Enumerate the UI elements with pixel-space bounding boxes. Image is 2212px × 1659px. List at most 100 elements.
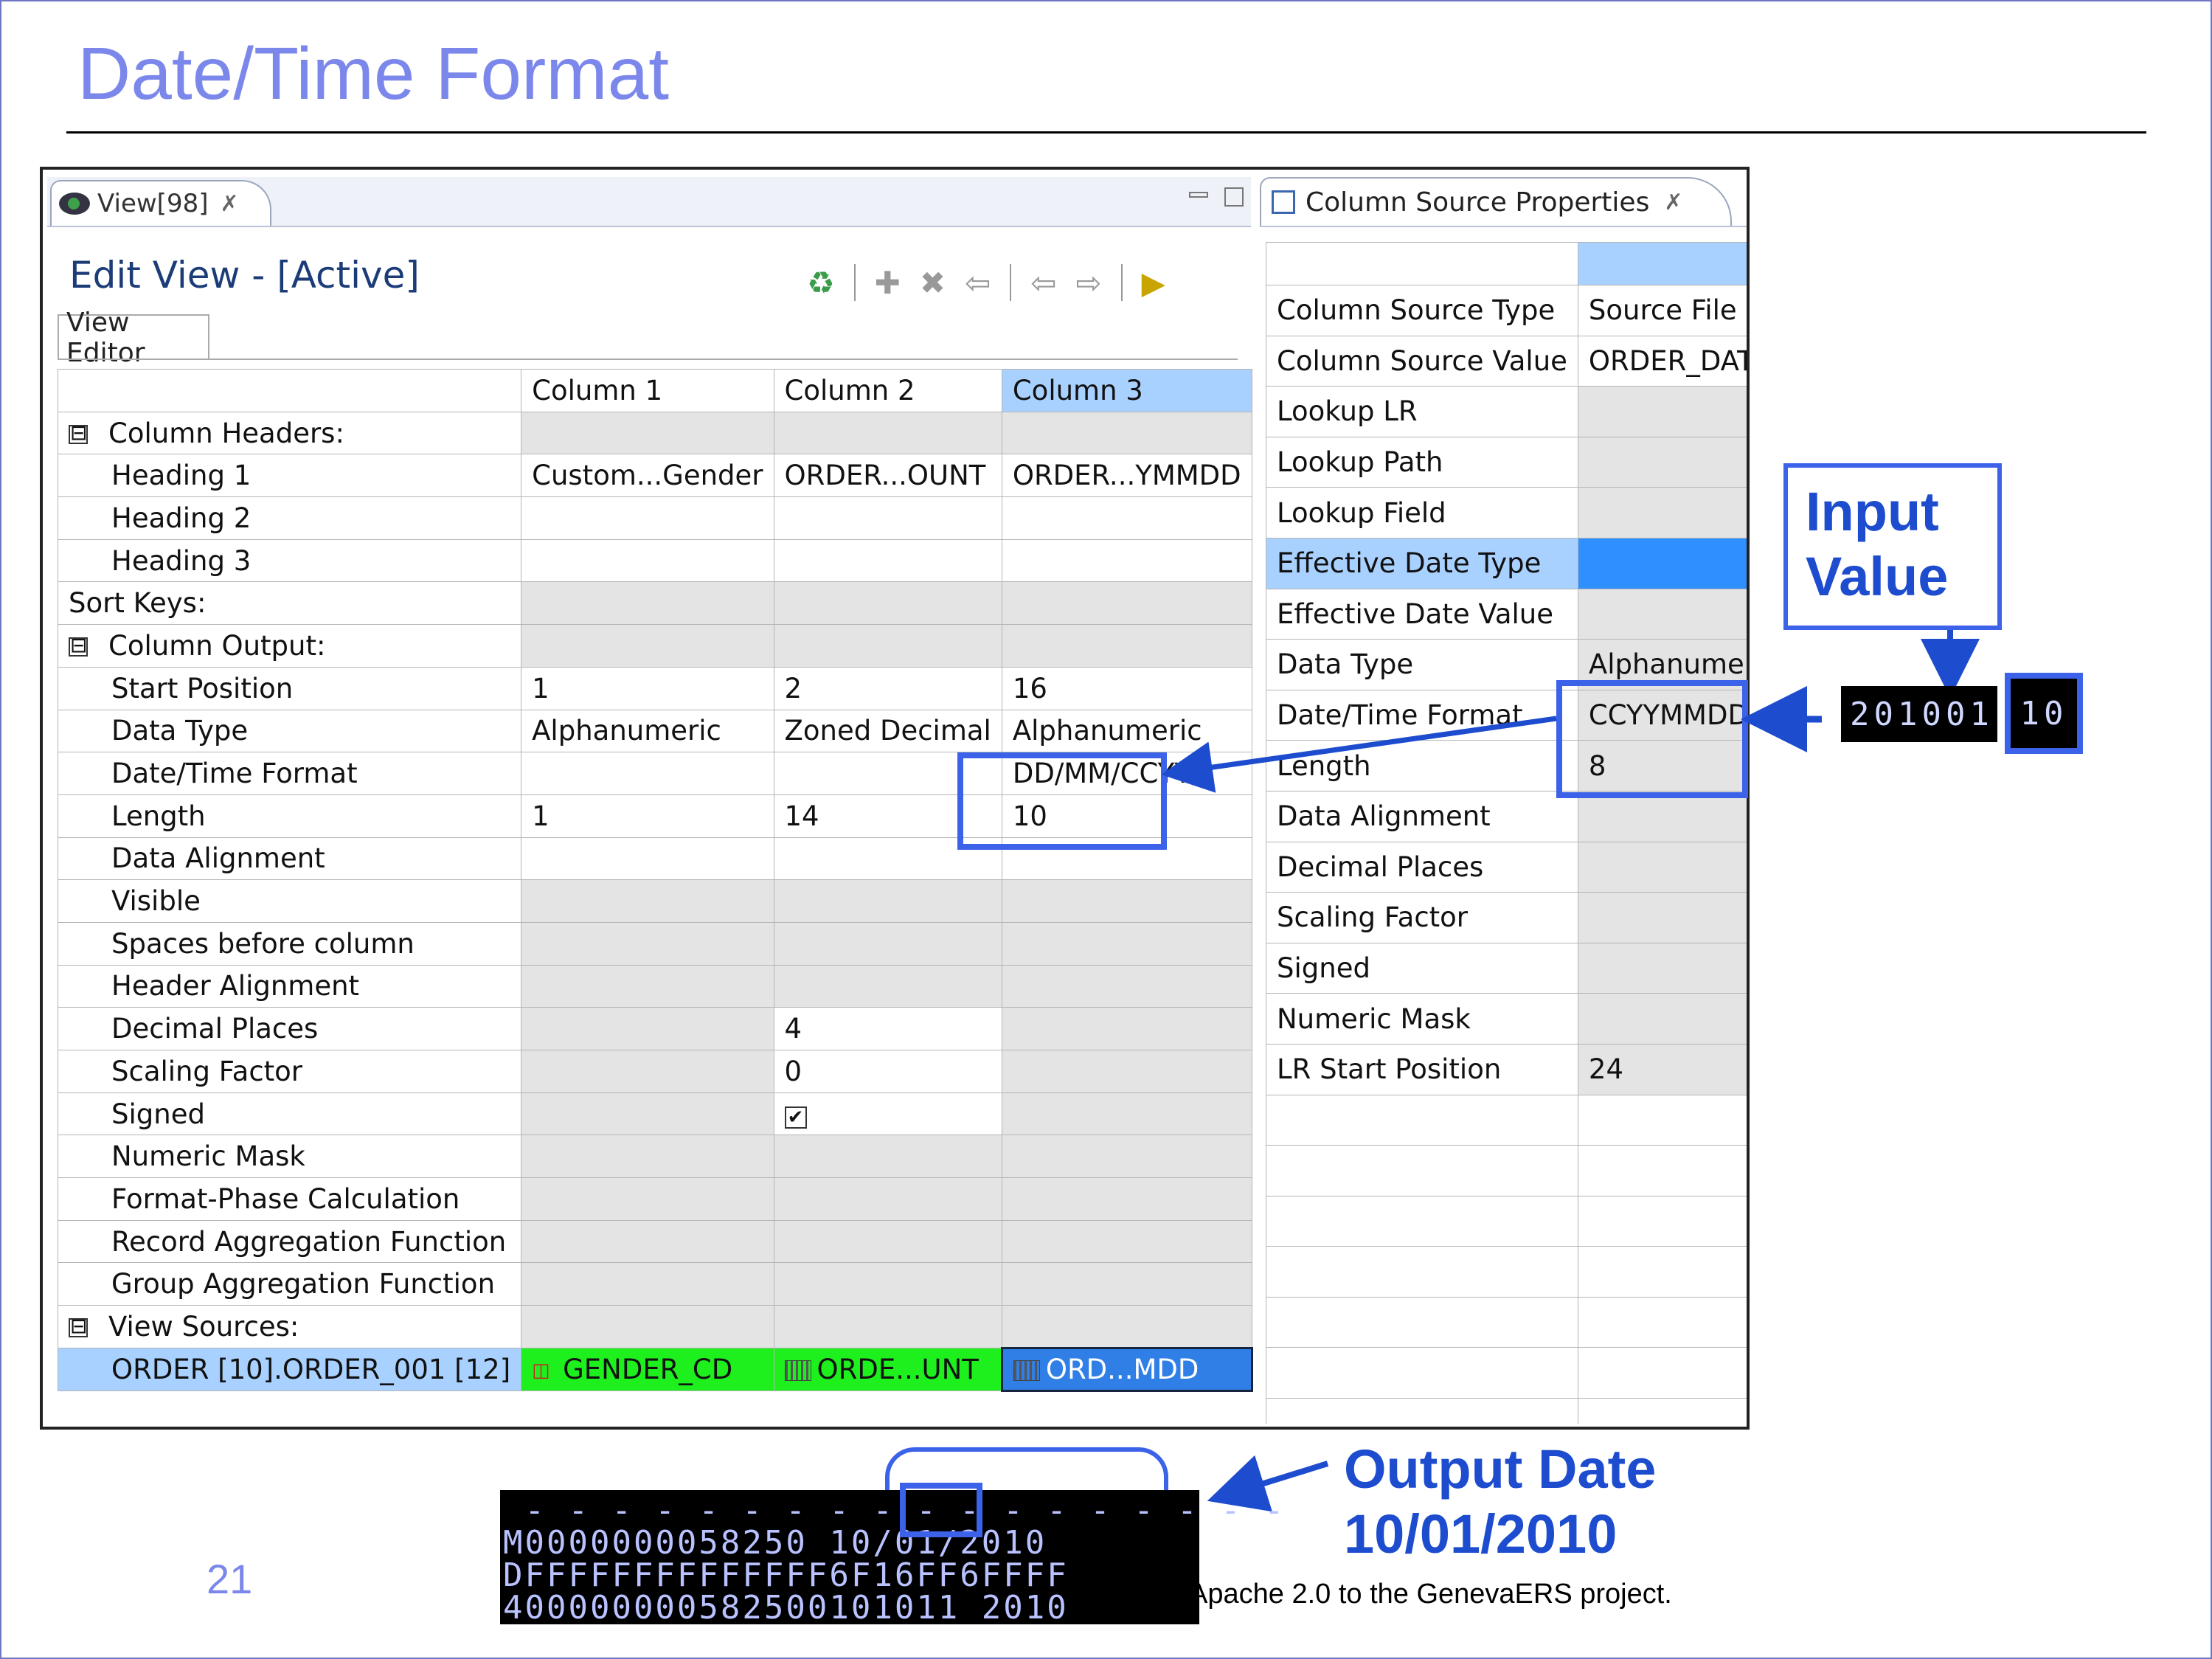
column-header-selected[interactable]: Column 3 [1001,369,1252,412]
property-value [1577,892,1747,943]
property-value[interactable]: ORDER_DATE_CCYYMMDD [1577,335,1747,387]
move-left-icon[interactable]: ⇦ [1030,265,1056,301]
collapse-icon[interactable]: ⊟ [69,1316,88,1338]
source-cell[interactable]: ◫ GENDER_CD [521,1347,774,1391]
properties-table: Column Source TypeSource File Field Colu… [1266,242,1747,1424]
source-cell-selected[interactable]: ORD...MDD [1000,1346,1253,1392]
column-header[interactable]: Column 2 [773,369,1002,412]
property-value [1577,790,1747,842]
grid-cell[interactable] [521,837,774,881]
grid-cell [773,964,1002,1008]
row-label: Length [57,794,522,838]
collapse-icon[interactable]: ⊟ [69,635,88,657]
grid-cell[interactable]: 1 [521,666,774,710]
grid-cell [1001,1007,1252,1050]
property-label: Date/Time Format [1266,689,1578,741]
row-label: Data Alignment [57,837,522,881]
grid-cell[interactable]: Custom...Gender [521,454,774,498]
property-value[interactable]: Source File Field [1577,285,1747,336]
properties-tab-label: Column Source Properties [1306,187,1650,218]
properties-tab-line [1260,226,1747,227]
properties-tab[interactable]: Column Source Properties ✗ [1260,177,1732,226]
table-row: Heading 2 [57,496,1274,540]
source-cell[interactable]: ORDE...UNT [773,1347,1002,1391]
minimize-icon[interactable] [1189,192,1208,198]
grid-cell[interactable] [773,538,1002,583]
grid-cell[interactable]: ORDER...OUNT [773,454,1002,498]
delete-icon[interactable]: ✖ [920,265,946,301]
close-icon[interactable]: ✗ [220,191,238,217]
grid-cell [1001,879,1252,923]
grid-cell[interactable] [773,496,1002,540]
property-value [1577,386,1747,437]
grid-cell[interactable]: 1 [521,794,774,838]
refresh-icon[interactable]: ♻ [807,265,835,301]
grid-cell [521,1177,774,1221]
grid-cell[interactable]: 0 [773,1050,1002,1093]
view-tab-label: View[98] [97,189,209,218]
table-row: ⊟ View Sources: [57,1305,1274,1348]
run-icon[interactable]: ▶ [1142,265,1165,301]
grid-cell [521,1305,774,1348]
row-label: Data Type [57,709,522,753]
row-label: Record Aggregation Function [57,1219,522,1264]
row-label[interactable]: ⊟ View Sources: [57,1305,522,1348]
collapse-icon[interactable]: ⊟ [69,423,88,445]
property-value [1577,436,1747,488]
grid-cell[interactable] [1001,496,1252,540]
row-label: Visible [57,879,522,923]
property-row: LR Start Position 24 [1266,1043,1747,1095]
property-row: Column Source TypeSource File Field [1266,285,1747,336]
grid-header-row: Column 1 Column 2 Column 3 [57,369,1274,412]
grid-cell[interactable]: ORDER...YMMDD [1001,454,1252,498]
grid-cell[interactable]: 2 [773,666,1002,710]
row-label: Spaces before column [57,921,522,966]
move-right-icon[interactable]: ⇨ [1075,265,1101,301]
grid-cell[interactable]: 4 [773,1007,1002,1050]
grid-cell [1001,1262,1252,1306]
property-row: Signed [1266,942,1747,994]
view-editor-tab[interactable]: View Editor [58,308,209,368]
close-icon[interactable]: ✗ [1664,190,1682,215]
property-value[interactable] [1577,537,1747,589]
view-source-label[interactable]: ORDER [10].ORDER_001 [12] [57,1347,522,1391]
table-row: Record Aggregation Function [57,1219,1274,1264]
grid-cell[interactable] [521,752,774,795]
grid-cell [773,1305,1002,1348]
property-label-selected[interactable]: Effective Date Type [1266,537,1578,589]
grid-cell [773,581,1002,626]
grid-cell [1001,964,1252,1008]
grid-cell [1001,1305,1252,1348]
insert-icon[interactable]: ⇦ [965,265,991,301]
grid-cell [521,624,774,668]
grid-cell[interactable] [1001,538,1252,583]
row-label[interactable]: ⊟ Column Output: [57,624,522,668]
grid-cell[interactable]: Alphanumeric [1001,709,1252,753]
maximize-icon[interactable] [1224,187,1244,207]
grid-cell[interactable] [521,496,774,540]
grid-cell[interactable]: 16 [1001,666,1252,710]
table-row: Sort Keys: [57,581,1274,626]
grid-cell [1001,1050,1252,1093]
property-label: Column Source Value [1266,335,1578,387]
grid-cell[interactable]: Zoned Decimal [773,709,1002,753]
grid-cell [773,411,1002,455]
property-label: Lookup LR [1266,386,1578,437]
row-label[interactable]: ⊟ Column Headers: [57,411,522,455]
grid-cell [1001,1092,1252,1136]
output-date-label: Output Date 10/01/2010 [1344,1438,1657,1565]
grid-cell[interactable] [521,538,774,583]
property-label: Length [1266,740,1578,792]
grid-cell[interactable]: Alphanumeric [521,709,774,753]
property-row: Column Source ValueORDER_DATE_CCYYMMDD [1266,335,1747,387]
property-value [1577,841,1747,893]
signed-checkbox[interactable]: ✔ [784,1106,807,1129]
hex-dump-line: - - - - - - - - - - - - - - - - - - [503,1492,1286,1529]
table-row: Numeric Mask [57,1135,1274,1179]
view-tab[interactable]: View[98] ✗ [50,180,271,226]
column-header[interactable]: Column 1 [521,369,774,412]
property-label: Scaling Factor [1266,892,1578,943]
panel-icon [1272,190,1295,214]
add-icon[interactable]: ✚ [875,265,901,301]
property-row: Effective Date Type [1266,537,1747,589]
